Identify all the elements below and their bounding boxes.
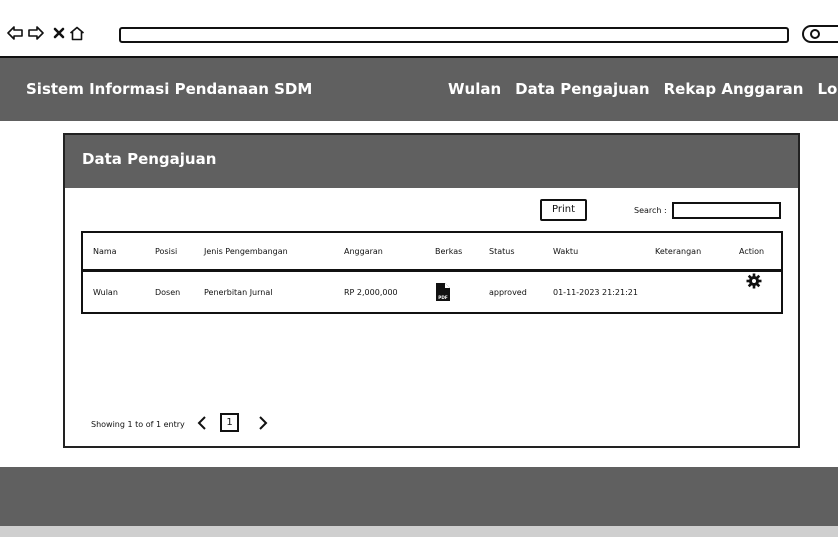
cell-berkas: PDF [435,272,451,312]
header-keterangan: Keterangan [655,246,702,256]
bottom-edge [0,526,838,537]
page-number-button[interactable]: 1 [220,413,239,432]
cell-jenis-pengembangan: Penerbitan Jurnal [204,287,273,297]
back-arrow-icon[interactable] [6,24,24,42]
cell-anggaran: RP 2,000,000 [344,287,398,297]
nav-rekap-anggaran[interactable]: Rekap Anggaran [664,80,804,98]
cell-posisi: Dosen [155,287,181,297]
top-navbar: Sistem Informasi Pendanaan SDM Wulan Dat… [0,58,838,121]
browser-chrome [0,0,838,58]
table-row: Wulan Dosen Penerbitan Jurnal RP 2,000,0… [81,272,783,314]
page-footer [0,467,838,526]
header-anggaran: Anggaran [344,246,383,256]
svg-text:PDF: PDF [438,295,448,300]
header-status: Status [489,246,515,256]
header-posisi: Posisi [155,246,178,256]
header-action: Action [739,246,765,256]
nav-data-pengajuan[interactable]: Data Pengajuan [515,80,649,98]
cell-waktu: 01-11-2023 21:21:21 [553,287,638,297]
forward-arrow-icon[interactable] [27,24,45,42]
cell-status: approved [489,287,527,297]
close-icon[interactable] [50,24,68,42]
search-label: Search : [634,206,667,215]
header-waktu: Waktu [553,246,579,256]
print-button[interactable]: Print [540,199,587,221]
header-jenis-pengembangan: Jenis Pengembangan [204,246,288,256]
pdf-file-icon[interactable]: PDF [435,282,451,302]
nav-logout[interactable]: Logout [817,80,838,98]
panel-header: Data Pengajuan [65,135,798,188]
table-header: Nama Posisi Jenis Pengembangan Anggaran … [81,231,783,272]
gear-icon[interactable] [745,272,763,290]
search-icon [810,29,820,39]
search-toggle[interactable] [802,25,838,43]
chevron-left-icon[interactable] [196,415,208,431]
nav-user-wulan[interactable]: Wulan [448,80,501,98]
nav-links: Wulan Data Pengajuan Rekap Anggaran Logo… [448,80,838,98]
address-bar[interactable] [119,27,789,43]
chevron-right-icon[interactable] [257,415,269,431]
cell-nama: Wulan [93,287,118,297]
search-input[interactable] [672,202,781,219]
header-berkas: Berkas [435,246,463,256]
home-icon[interactable] [68,24,86,42]
header-nama: Nama [93,246,117,256]
panel-title: Data Pengajuan [82,150,217,168]
pagination-info: Showing 1 to of 1 entry [91,420,185,429]
app-title: Sistem Informasi Pendanaan SDM [26,80,313,98]
data-panel: Data Pengajuan Print Search : Nama Posis… [63,133,800,448]
